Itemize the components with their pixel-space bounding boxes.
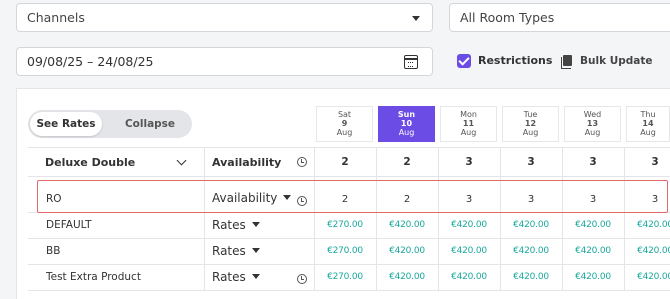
date-range-value: 09/08/25 – 24/08/25 — [27, 54, 154, 69]
rate-cell[interactable]: €420.00 — [625, 272, 670, 282]
history-icon[interactable] — [297, 274, 307, 284]
rate-cell[interactable]: €420.00 — [377, 272, 437, 282]
restrictions-checkbox[interactable] — [457, 54, 471, 68]
availability-header: Availability — [212, 156, 282, 169]
day-number: 10 — [400, 119, 413, 128]
day-number: 13 — [586, 119, 599, 128]
grid-line — [562, 147, 563, 290]
rate-cell[interactable]: €420.00 — [625, 220, 670, 230]
grid-line — [500, 147, 501, 290]
rate-cell[interactable]: €420.00 — [501, 220, 561, 230]
day-weekday: Mon — [460, 110, 477, 119]
day-header[interactable]: Tue 12 Aug — [502, 106, 559, 142]
rate-cell[interactable]: €420.00 — [377, 220, 437, 230]
grid-line — [28, 176, 670, 177]
rates-dropdown-label: Rates — [212, 244, 246, 258]
day-header[interactable]: Wed 13 Aug — [564, 106, 621, 142]
grid-line — [438, 147, 439, 290]
rate-cell[interactable]: €420.00 — [439, 246, 499, 256]
room-type-name: Deluxe Double — [45, 156, 136, 169]
day-weekday: Sat — [337, 110, 352, 119]
availability-cell[interactable]: 3 — [439, 156, 499, 168]
bulk-update-icon[interactable] — [561, 55, 572, 69]
rates-dropdown-label: Rates — [212, 218, 246, 232]
rate-cell[interactable]: €420.00 — [563, 272, 623, 282]
day-month: Aug — [398, 128, 415, 137]
day-month: Aug — [522, 128, 539, 137]
room-types-select[interactable]: All Room Types — [449, 3, 670, 32]
rates-dropdown[interactable]: Rates — [212, 270, 260, 284]
caret-down-icon — [251, 274, 260, 279]
day-month: Aug — [584, 128, 601, 137]
day-header-selected[interactable]: Sun 10 Aug — [378, 106, 435, 142]
availability-cell[interactable]: 2 — [315, 156, 375, 168]
day-month: Aug — [460, 128, 477, 137]
grid-line — [28, 264, 670, 265]
calendar-icon[interactable] — [404, 55, 418, 69]
rate-cell[interactable]: €420.00 — [439, 272, 499, 282]
rate-cell[interactable]: €420.00 — [563, 246, 623, 256]
rate-cell[interactable]: €420.00 — [625, 246, 670, 256]
day-number: 9 — [341, 119, 348, 128]
grid-line — [28, 147, 670, 148]
history-icon[interactable] — [297, 157, 307, 167]
day-month: Aug — [640, 128, 656, 137]
rate-cell[interactable]: €420.00 — [501, 272, 561, 282]
day-number: 12 — [524, 119, 537, 128]
rates-dropdown[interactable]: Rates — [212, 244, 260, 258]
row-highlight — [37, 180, 668, 213]
collapse-toggle[interactable]: Collapse — [108, 112, 192, 136]
day-weekday: Tue — [523, 110, 538, 119]
grid-line — [376, 147, 377, 290]
rate-cell[interactable]: €270.00 — [315, 246, 375, 256]
grid-line — [314, 147, 315, 290]
availability-cell[interactable]: 3 — [501, 156, 561, 168]
rates-grid-screen: Channels All Room Types 09/08/25 – 24/08… — [0, 0, 670, 299]
rates-dropdown[interactable]: Rates — [212, 218, 260, 232]
rate-plan-label: DEFAULT — [46, 219, 92, 231]
day-weekday: Wed — [583, 110, 602, 119]
rate-cell[interactable]: €420.00 — [439, 220, 499, 230]
rate-cell[interactable]: €420.00 — [563, 220, 623, 230]
day-header[interactable]: Thu 14 Aug — [626, 106, 670, 142]
availability-cell[interactable]: 3 — [563, 156, 623, 168]
caret-down-icon — [412, 16, 420, 21]
rate-plan-label: BB — [46, 245, 61, 257]
day-weekday: Sun — [397, 110, 416, 119]
grid-line — [28, 290, 670, 291]
day-header[interactable]: Sat 9 Aug — [316, 106, 373, 142]
see-rates-toggle[interactable]: See Rates — [30, 112, 102, 136]
availability-cell[interactable]: 3 — [625, 156, 670, 168]
bulk-update-button[interactable]: Bulk Update — [580, 55, 653, 67]
rate-plan-label: Test Extra Product — [46, 271, 141, 283]
restrictions-label[interactable]: Restrictions — [478, 54, 552, 67]
day-month: Aug — [336, 128, 353, 137]
availability-cell[interactable]: 2 — [377, 156, 437, 168]
day-weekday: Thu — [640, 110, 656, 119]
day-header[interactable]: Mon 11 Aug — [440, 106, 497, 142]
grid-line — [624, 147, 625, 290]
channels-select-value: Channels — [27, 10, 85, 25]
day-number: 14 — [642, 119, 654, 128]
rate-cell[interactable]: €270.00 — [315, 220, 375, 230]
rate-cell[interactable]: €420.00 — [501, 246, 561, 256]
caret-down-icon — [251, 248, 260, 253]
grid-line — [204, 147, 205, 290]
rates-dropdown-label: Rates — [212, 270, 246, 284]
room-types-select-value: All Room Types — [460, 10, 555, 25]
day-number: 11 — [462, 119, 475, 128]
channels-select[interactable]: Channels — [16, 3, 433, 32]
grid-line — [28, 238, 670, 239]
rate-cell[interactable]: €420.00 — [377, 246, 437, 256]
caret-down-icon — [251, 222, 260, 227]
date-range-input[interactable]: 09/08/25 – 24/08/25 — [16, 47, 433, 76]
rate-cell[interactable]: €270.00 — [315, 272, 375, 282]
